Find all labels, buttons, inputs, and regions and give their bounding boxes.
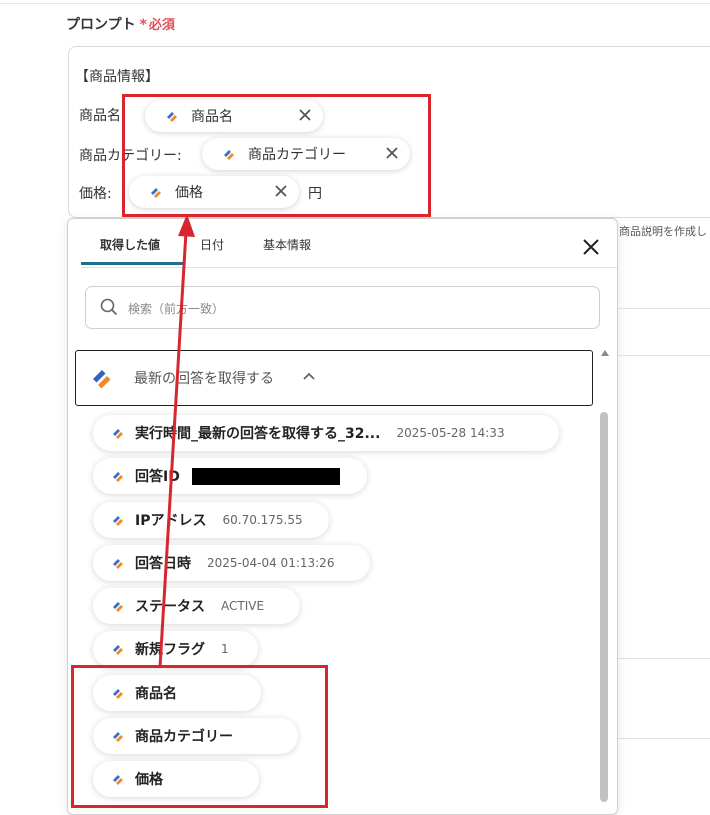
item-label: 回答ID — [135, 469, 180, 485]
app-logo-icon — [113, 472, 123, 482]
hint-text: 商品説明を作成し — [619, 225, 707, 238]
list-item[interactable]: IPアドレス 60.70.175.55 — [93, 502, 329, 538]
app-logo-icon — [113, 602, 123, 612]
active-tab-indicator — [81, 262, 183, 265]
top-divider — [0, 3, 710, 4]
app-logo-icon — [93, 370, 111, 389]
required-star: * — [139, 17, 147, 33]
tab-basic-info[interactable]: 基本情報 — [263, 236, 311, 253]
app-logo-icon — [113, 516, 123, 526]
item-label: 実行時間_最新の回答を取得する_32... — [135, 426, 381, 442]
list-item[interactable]: 回答日時 2025-04-04 01:13:26 — [93, 545, 370, 581]
item-value: 2025-04-04 01:13:26 — [207, 556, 335, 570]
divider — [616, 355, 710, 356]
divider — [616, 658, 710, 659]
prompt-field-label: プロンプト * 必須 — [66, 14, 175, 34]
app-logo-icon — [113, 429, 123, 439]
list-item[interactable]: 実行時間_最新の回答を取得する_32... 2025-05-28 14:33 — [93, 415, 559, 451]
item-label: ステータス — [135, 599, 205, 615]
search-icon — [100, 298, 118, 316]
divider — [616, 308, 710, 309]
section-accordion-header[interactable]: 最新の回答を取得する — [75, 350, 593, 406]
redacted-value — [191, 467, 340, 485]
tab-date[interactable]: 日付 — [200, 236, 224, 253]
tab-retrieved-values[interactable]: 取得した値 — [100, 236, 160, 253]
prompt-label-text: プロンプト — [66, 17, 136, 33]
list-item[interactable]: ステータス ACTIVE — [93, 588, 300, 624]
item-label: 回答日時 — [135, 556, 191, 572]
chevron-up-icon — [303, 372, 315, 380]
scrollbar-thumb[interactable] — [600, 412, 608, 802]
highlight-box-items — [71, 665, 328, 808]
required-text: 必須 — [148, 18, 175, 33]
item-label: 新規フラグ — [135, 642, 205, 658]
prompt-line-name-label: 商品名: — [79, 108, 126, 124]
app-logo-icon — [113, 645, 123, 655]
item-value: 2025-05-28 14:33 — [396, 426, 505, 440]
section-title: 最新の回答を取得する — [134, 371, 274, 387]
scroll-up-arrow-icon[interactable] — [600, 349, 610, 357]
item-label: IPアドレス — [135, 513, 207, 529]
highlight-box-chips — [122, 94, 431, 217]
close-icon[interactable] — [580, 236, 602, 258]
prompt-line-price-label: 価格: — [79, 186, 112, 202]
prompt-line-header: 【商品情報】 — [75, 69, 159, 85]
tabs-divider — [81, 267, 617, 268]
item-value: ACTIVE — [221, 599, 265, 613]
item-value: 1 — [221, 642, 229, 656]
list-item[interactable]: 新規フラグ 1 — [93, 631, 258, 667]
search-placeholder: 検索（前方一致） — [128, 302, 225, 316]
item-value: 60.70.175.55 — [222, 513, 303, 527]
divider — [616, 738, 710, 739]
app-logo-icon — [113, 559, 123, 569]
list-item[interactable]: 回答ID — [93, 458, 367, 494]
search-input[interactable]: 検索（前方一致） — [85, 286, 600, 329]
